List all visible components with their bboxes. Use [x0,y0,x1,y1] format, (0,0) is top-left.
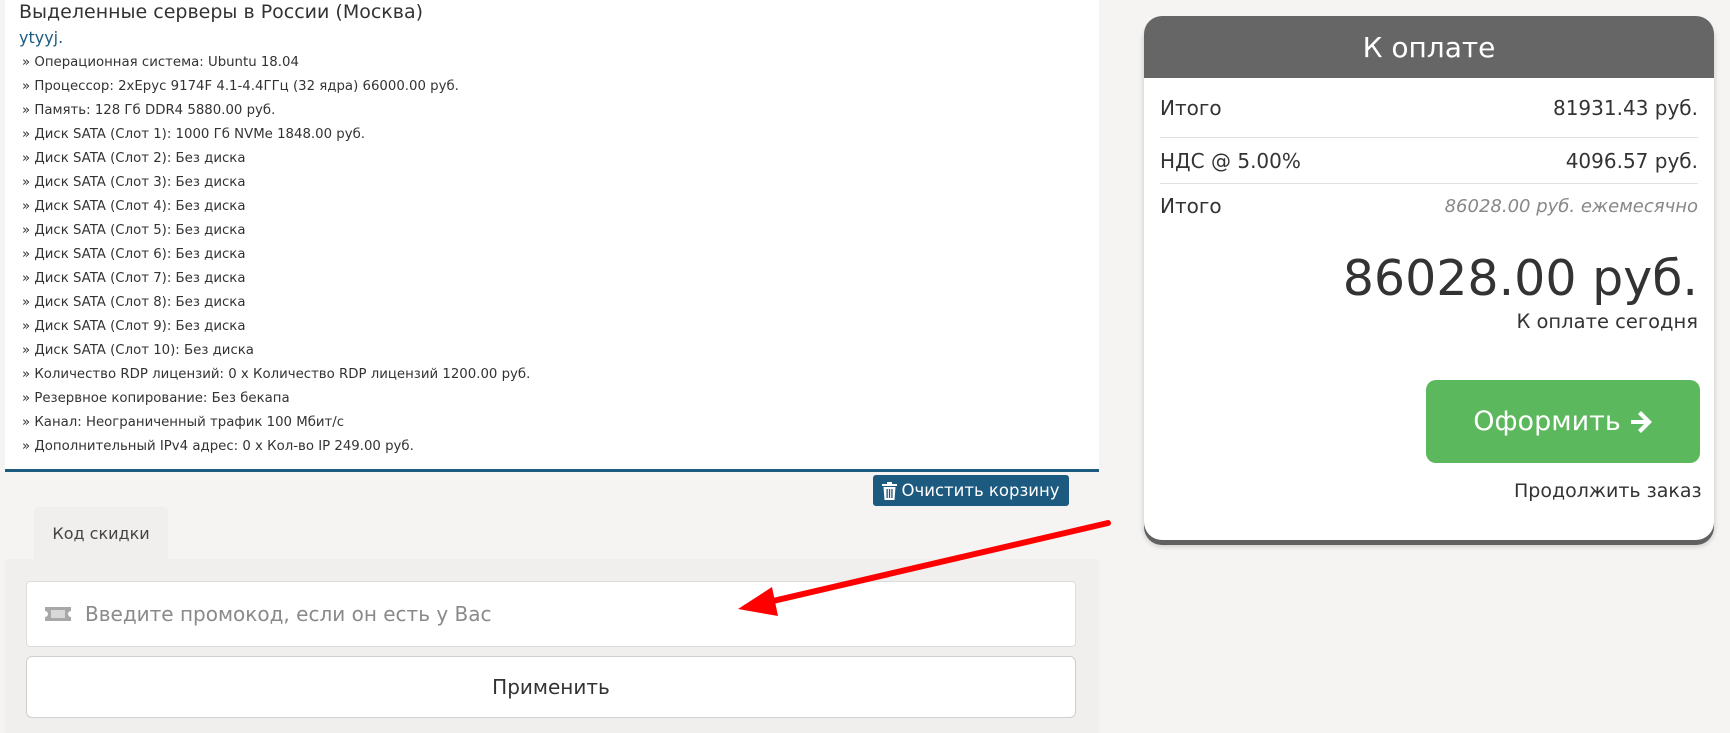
config-item-disk-1: » Диск SATA (Слот 1): 1000 Гб NVMe 1848.… [22,127,366,142]
recurring-value: 86028.00 руб. ежемесячно [1444,195,1698,217]
continue-shopping-link[interactable]: Продолжить заказ [1514,480,1702,502]
config-item-memory: » Память: 128 Гб DDR4 5880.00 руб. [22,103,276,118]
config-item-ipv4: » Дополнительный IPv4 адрес: 0 x Кол-во … [22,439,414,454]
summary-header: К оплате [1144,16,1714,78]
total-due-caption: К оплате сегодня [1516,310,1698,333]
config-item-rdp: » Количество RDP лицензий: 0 x Количеств… [22,367,531,382]
summary-row-subtotal: Итого 81931.43 руб. [1160,78,1698,138]
trash-icon [882,481,898,500]
checkout-label: Оформить [1473,406,1621,437]
config-item-disk-5: » Диск SATA (Слот 5): Без диска [22,223,246,238]
summary-row-vat: НДС @ 5.00% 4096.57 руб. [1160,138,1698,184]
config-item-disk-7: » Диск SATA (Слот 7): Без диска [22,271,246,286]
config-item-disk-4: » Диск SATA (Слот 4): Без диска [22,199,246,214]
config-item-channel: » Канал: Неограниченный трафик 100 Мбит/… [22,415,345,430]
product-card: Выделенные серверы в России (Москва) yty… [5,0,1099,472]
total-due-amount: 86028.00 руб. [1342,250,1698,307]
promo-code-input[interactable] [83,593,1075,635]
summary-rows: Итого 81931.43 руб. НДС @ 5.00% 4096.57 … [1160,78,1698,228]
config-item-disk-2: » Диск SATA (Слот 2): Без диска [22,151,246,166]
config-item-os: » Операционная система: Ubuntu 18.04 [22,55,299,70]
product-title: Выделенные серверы в России (Москва) [19,1,424,23]
config-item-disk-3: » Диск SATA (Слот 3): Без диска [22,175,246,190]
summary-row-recurring: Итого 86028.00 руб. ежемесячно [1160,184,1698,228]
config-item-disk-9: » Диск SATA (Слот 9): Без диска [22,319,246,334]
config-item-cpu: » Процессор: 2xEpyc 9174F 4.1-4.4ГГц (32… [22,79,459,94]
apply-promo-button[interactable]: Применить [26,656,1076,718]
vat-label: НДС @ 5.00% [1160,148,1301,173]
config-list: » Операционная система: Ubuntu 18.04 » П… [22,51,530,459]
recurring-label: Итого [1160,194,1222,218]
config-item-disk-6: » Диск SATA (Слот 6): Без диска [22,247,246,262]
config-item-disk-10: » Диск SATA (Слот 10): Без диска [22,343,254,358]
clear-cart-button[interactable]: Очистить корзину [873,475,1069,506]
subtotal-value: 81931.43 руб. [1552,95,1698,120]
config-item-disk-8: » Диск SATA (Слот 8): Без диска [22,295,246,310]
vat-value: 4096.57 руб. [1565,148,1698,173]
product-hostname: ytyyj. [19,28,64,47]
subtotal-label: Итого [1160,95,1222,120]
order-summary: К оплате Итого 81931.43 руб. НДС @ 5.00%… [1144,16,1714,540]
tab-promo-code[interactable]: Код скидки [34,507,168,559]
checkout-button[interactable]: Оформить [1426,380,1700,463]
ticket-icon [45,605,71,623]
config-item-backup: » Резервное копирование: Без бекапа [22,391,290,406]
arrow-right-icon [1629,410,1653,434]
clear-cart-label: Очистить корзину [901,481,1060,500]
promo-input-group [26,581,1076,647]
